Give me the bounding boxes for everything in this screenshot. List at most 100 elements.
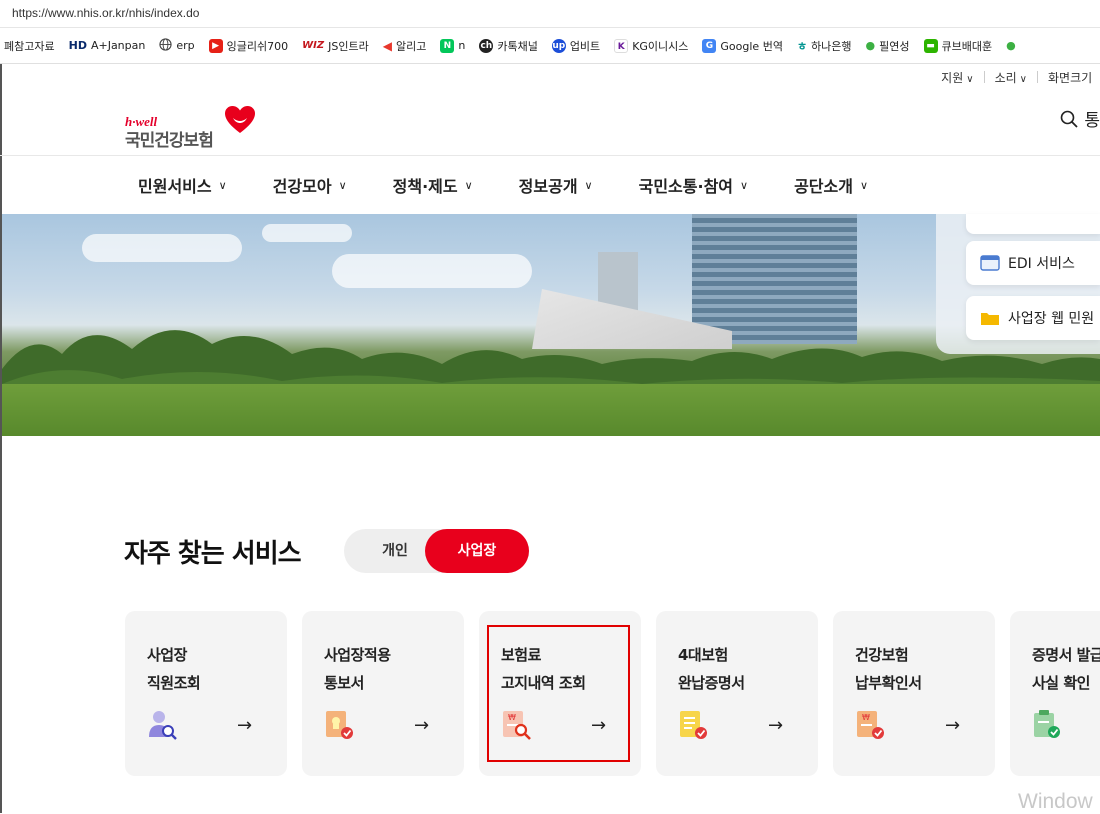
nav-item-policy[interactable]: 정책·제도 ∨ [393, 173, 473, 197]
support-label: 지원 [941, 70, 964, 85]
bookmark-label: 필연성 [879, 39, 910, 53]
bookmark-item[interactable]: up 업비트 [551, 38, 601, 54]
wiz-icon: WIZ [302, 40, 325, 51]
card-title: 사업장 직원조회 [147, 646, 201, 692]
nav-item-health[interactable]: 건강모아 ∨ [273, 173, 347, 197]
naver-icon: N [440, 38, 455, 53]
bookmark-folder[interactable]: 폐참고자료 [4, 38, 55, 54]
chevron-down-icon: ∨ [740, 178, 749, 192]
quick-link-edi[interactable]: EDI 서비스 [966, 241, 1100, 285]
section-title: 자주 찾는 서비스 [124, 539, 302, 569]
clipboard-check-icon [1034, 710, 1060, 738]
bookmark-label: Google 번역 [720, 39, 783, 53]
bookmark-label: 알리고 [395, 39, 427, 53]
chevron-down-icon: ∨ [338, 178, 347, 192]
selection-highlight [487, 625, 630, 762]
arrow-right-icon: → [237, 715, 253, 736]
sound-menu[interactable]: 소리 ∨ [995, 69, 1027, 86]
heart-logo-icon [225, 106, 255, 133]
bookmark-label: 업비트 [569, 39, 601, 53]
divider [1037, 71, 1038, 83]
nav-item-disclosure[interactable]: 정보공개 ∨ [519, 173, 593, 197]
divider [983, 71, 985, 83]
bookmark-label: KG이니시스 [632, 39, 689, 53]
bookmark-label: 잉글리쉬700 [226, 39, 289, 53]
nav-label: 건강모아 [272, 177, 332, 196]
globe-icon [159, 37, 172, 54]
kg-icon: K [614, 38, 629, 53]
aligo-icon: ◀ [382, 38, 392, 53]
bookmark-item-overflow[interactable]: ● [1006, 39, 1016, 52]
bookmark-item[interactable]: Nn [440, 38, 465, 53]
card-title: 건강보험 납부확인서 [855, 646, 922, 692]
screen-size-menu[interactable]: 화면크기 [1048, 69, 1100, 86]
leaf-icon: ● [1006, 39, 1016, 52]
chevron-down-icon: ∨ [859, 178, 869, 192]
bookmark-item[interactable]: ㅎ 하나은행 [797, 38, 852, 54]
folder-icon [981, 313, 999, 325]
service-card[interactable]: 건강보험 납부확인서 ₩ → [833, 611, 995, 776]
card-title: 사업장적용 통보서 [324, 646, 391, 692]
bookmark-label: A+Janpan [90, 39, 146, 52]
bookmark-label: 하나은행 [811, 39, 852, 53]
service-card[interactable]: 사업장적용 통보서 → [302, 611, 464, 776]
site-header: h·well 국민건강보험 통 [0, 88, 1100, 156]
nav-label: 공단소개 [794, 177, 853, 196]
chevron-down-icon: ∨ [218, 178, 227, 192]
search-icon [1061, 110, 1078, 128]
leaf-icon: ● [865, 39, 876, 52]
nav-item-about[interactable]: 공단소개 ∨ [794, 173, 868, 197]
chevron-down-icon: ∨ [464, 178, 473, 192]
hana-icon: ㅎ [796, 39, 808, 53]
card-title: 증명서 발급 사실 확인 [1032, 646, 1100, 692]
logo-name: 국민건강보험 [125, 131, 214, 151]
arrow-right-icon: → [768, 715, 784, 736]
sound-label: 소리 [994, 70, 1017, 85]
bookmark-item[interactable]: ◀ 알리고 [383, 38, 427, 54]
bookmark-item[interactable]: erp [159, 37, 195, 54]
nav-label: 국민소통·참여 [638, 177, 734, 196]
upbit-icon: up [551, 38, 566, 53]
bookmark-item[interactable]: G Google 번역 [702, 38, 783, 54]
bookmark-label: 카톡채널 [497, 39, 538, 53]
address-bar[interactable]: https://www.nhis.or.kr/nhis/index.do [0, 0, 1100, 28]
main-nav: 민원서비스 ∨ 건강모아 ∨ 정책·제도 ∨ 정보공개 ∨ 국민소통·참여 ∨ 공단소개 ∨ [0, 156, 1100, 214]
bookmark-label: 폐참고자료 [4, 39, 55, 53]
service-card[interactable]: 사업장 직원조회 → [125, 611, 287, 776]
bookmark-item[interactable]: K KG이니시스 [614, 38, 688, 54]
quick-link-partial[interactable] [966, 214, 1100, 234]
chat-icon: ▬ [923, 38, 938, 53]
youtube-icon: ▶ [208, 38, 223, 53]
bookmarks-bar: 폐참고자료 HD A+Janpan erp ▶ 잉글리쉬700 WIZ JS인트라 ◀… [0, 28, 1100, 64]
edi-monitor-icon [980, 255, 1000, 271]
nav-item-participation[interactable]: 국민소통·참여 ∨ [639, 173, 748, 197]
chevron-down-icon: ∨ [966, 73, 974, 85]
windows-watermark: Window [1018, 790, 1093, 813]
bookmark-item[interactable]: ch 카톡채널 [479, 38, 538, 54]
document-check-icon [680, 711, 707, 739]
chevron-down-icon: ∨ [584, 178, 593, 192]
support-menu[interactable]: 지원 ∨ [941, 69, 973, 86]
payment-check-icon: ₩ [857, 711, 884, 739]
bookmark-label: 큐브배대훈 [941, 39, 993, 53]
arrow-right-icon: → [414, 715, 430, 736]
nav-label: 정보공개 [518, 177, 578, 196]
bookmark-item[interactable]: ▬ 큐브배대훈 [923, 38, 993, 54]
nav-item-civil-service[interactable]: 민원서비스 ∨ [138, 173, 227, 197]
bookmark-item[interactable]: WIZ JS인트라 [302, 38, 369, 54]
bookmark-item[interactable]: ▶ 잉글리쉬700 [208, 38, 289, 54]
service-card[interactable]: 4대보험 완납증명서 → [656, 611, 818, 776]
site-logo[interactable]: h·well 국민건강보험 [125, 96, 265, 151]
bookmark-label: erp [176, 39, 195, 52]
bookmark-item[interactable]: HD A+Janpan [69, 39, 146, 52]
bookmark-item[interactable]: ● 필연성 [866, 38, 910, 54]
certificate-check-icon [326, 711, 353, 739]
svg-text:₩: ₩ [862, 713, 870, 722]
header-search[interactable]: 통 [1060, 106, 1100, 131]
quick-link-label: 사업장 웹 민원 [1008, 311, 1095, 327]
service-card[interactable]: 증명서 발급 사실 확인 [1010, 611, 1100, 776]
quick-link-web-civil[interactable]: 사업장 웹 민원 [966, 296, 1100, 340]
nav-label: 민원서비스 [138, 177, 212, 196]
google-translate-icon: G [702, 38, 717, 53]
toggle-business[interactable]: 사업장 [425, 529, 529, 573]
